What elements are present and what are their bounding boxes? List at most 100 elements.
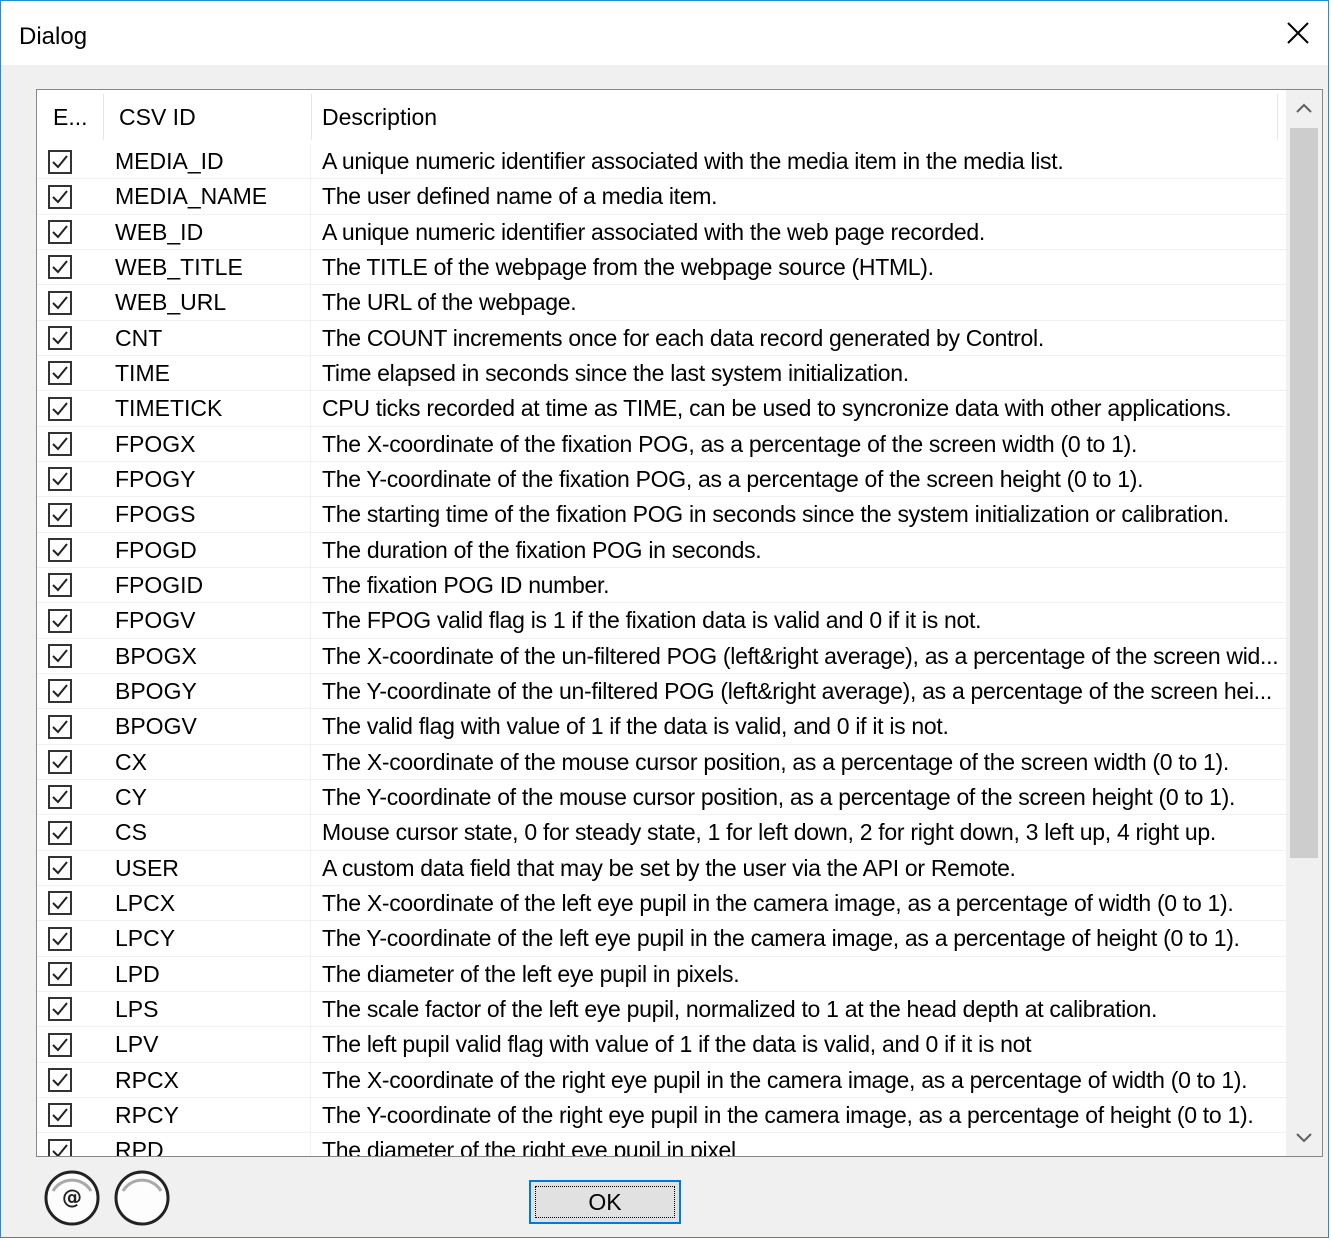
row-enabled-cell bbox=[37, 462, 103, 497]
row-enabled-cell bbox=[37, 1027, 103, 1062]
table-row[interactable]: BPOGV The valid flag with value of 1 if t… bbox=[37, 709, 1287, 745]
row-enabled-cell bbox=[37, 356, 103, 391]
enabled-checkbox[interactable] bbox=[48, 608, 72, 633]
table-row[interactable]: LPS The scale factor of the left eye pupi… bbox=[37, 991, 1287, 1028]
table-row[interactable]: MEDIA_ID A unique numeric identifier asso… bbox=[37, 144, 1287, 180]
scroll-down-button[interactable] bbox=[1286, 1120, 1322, 1156]
table-row[interactable]: RPCY The Y-coordinate of the right eye pu… bbox=[37, 1097, 1287, 1134]
description-cell: The valid flag with value of 1 if the da… bbox=[322, 713, 949, 740]
row-enabled-cell bbox=[37, 639, 103, 674]
table-row[interactable]: RPD The diameter of the right eye pupil i… bbox=[37, 1133, 1287, 1157]
table-row[interactable]: WEB_URL The URL of the webpage. bbox=[37, 285, 1287, 321]
row-enabled-cell bbox=[37, 568, 103, 603]
enabled-checkbox[interactable] bbox=[48, 290, 72, 315]
enabled-checkbox[interactable] bbox=[48, 997, 72, 1022]
table-row[interactable]: MEDIA_NAME The user defined name of a med… bbox=[37, 179, 1287, 215]
table-row[interactable]: FPOGV The FPOG valid flag is 1 if the fix… bbox=[37, 603, 1287, 639]
row-enabled-cell bbox=[37, 285, 103, 320]
table-row[interactable]: FPOGID The fixation POG ID number. bbox=[37, 567, 1287, 604]
enabled-checkbox[interactable] bbox=[48, 785, 72, 810]
enabled-checkbox[interactable] bbox=[48, 1032, 72, 1057]
row-enabled-cell bbox=[37, 886, 103, 921]
column-header-enabled[interactable]: E... bbox=[37, 90, 103, 144]
enabled-checkbox[interactable] bbox=[48, 538, 72, 563]
circle-icon bbox=[114, 1170, 170, 1226]
enabled-checkbox[interactable] bbox=[48, 820, 72, 845]
enabled-checkbox[interactable] bbox=[48, 926, 72, 951]
list-header: E... CSV ID Description bbox=[37, 90, 1287, 144]
window-title: Dialog bbox=[19, 23, 88, 50]
row-enabled-cell bbox=[37, 321, 103, 356]
enabled-checkbox[interactable] bbox=[48, 326, 72, 351]
scroll-up-button[interactable] bbox=[1286, 90, 1322, 126]
close-button[interactable] bbox=[1268, 1, 1328, 65]
table-row[interactable]: LPV The left pupil valid flag with value … bbox=[37, 1027, 1287, 1063]
table-row[interactable]: TIME Time elapsed in seconds since the la… bbox=[37, 355, 1287, 392]
checkmark-icon bbox=[52, 331, 68, 345]
circle-button[interactable] bbox=[113, 1169, 170, 1226]
checkmark-icon bbox=[52, 684, 68, 698]
csv-fields-list[interactable]: E... CSV ID Description MEDIA_ID A unique… bbox=[36, 89, 1323, 1157]
enabled-checkbox[interactable] bbox=[48, 220, 72, 245]
enabled-checkbox[interactable] bbox=[48, 962, 72, 987]
enabled-checkbox[interactable] bbox=[48, 467, 72, 492]
table-row[interactable]: FPOGY The Y-coordinate of the fixation PO… bbox=[37, 461, 1287, 498]
table-row[interactable]: FPOGS The starting time of the fixation P… bbox=[37, 497, 1287, 533]
table-row[interactable]: CX The X-coordinate of the mouse cursor p… bbox=[37, 744, 1287, 780]
enabled-checkbox[interactable] bbox=[48, 184, 72, 209]
description-cell: The diameter of the right eye pupil in p… bbox=[322, 1137, 736, 1157]
scrollbar-thumb[interactable] bbox=[1290, 128, 1318, 858]
table-row[interactable]: CY The Y-coordinate of the mouse cursor p… bbox=[37, 779, 1287, 816]
enabled-checkbox[interactable] bbox=[48, 1103, 72, 1128]
checkmark-icon bbox=[52, 1108, 68, 1122]
enabled-checkbox[interactable] bbox=[48, 1068, 72, 1093]
dialog-window: Dialog E... CSV ID Description MEDIA_ID A… bbox=[0, 0, 1329, 1238]
enabled-checkbox[interactable] bbox=[48, 856, 72, 881]
table-row[interactable]: CS Mouse cursor state, 0 for steady state… bbox=[37, 815, 1287, 851]
table-row[interactable]: LPD The diameter of the left eye pupil in… bbox=[37, 956, 1287, 992]
description-cell: The Y-coordinate of the left eye pupil i… bbox=[322, 925, 1240, 952]
enabled-checkbox[interactable] bbox=[48, 361, 72, 386]
description-cell: The TITLE of the webpage from the webpag… bbox=[322, 253, 934, 280]
enabled-checkbox[interactable] bbox=[48, 1138, 72, 1156]
row-enabled-cell bbox=[37, 780, 103, 815]
enabled-checkbox[interactable] bbox=[48, 679, 72, 704]
csv-id-cell: LPCY bbox=[103, 921, 311, 957]
description-cell: The left pupil valid flag with value of … bbox=[322, 1031, 1032, 1058]
ok-button[interactable]: OK bbox=[529, 1180, 681, 1224]
checkmark-icon bbox=[52, 190, 68, 204]
table-row[interactable]: BPOGX The X-coordinate of the un-filtered… bbox=[37, 638, 1287, 674]
table-row[interactable]: TIMETICK CPU ticks recorded at time as TI… bbox=[37, 391, 1287, 427]
enabled-checkbox[interactable] bbox=[48, 891, 72, 916]
table-row[interactable]: CNT The COUNT increments once for each da… bbox=[37, 320, 1287, 356]
table-row[interactable]: USER A custom data field that may be set … bbox=[37, 850, 1287, 886]
vertical-scrollbar[interactable] bbox=[1286, 90, 1322, 1156]
enabled-checkbox[interactable] bbox=[48, 644, 72, 669]
at-sign-button[interactable]: @ bbox=[43, 1169, 100, 1226]
table-row[interactable]: BPOGY The Y-coordinate of the un-filtered… bbox=[37, 673, 1287, 710]
table-row[interactable]: WEB_TITLE The TITLE of the webpage from t… bbox=[37, 249, 1287, 286]
csv-id-cell: RPD bbox=[103, 1133, 311, 1156]
column-header-csv-id[interactable]: CSV ID bbox=[103, 90, 311, 144]
csv-id-cell: WEB_ID bbox=[103, 214, 311, 250]
table-row[interactable]: WEB_ID A unique numeric identifier associ… bbox=[37, 214, 1287, 250]
enabled-checkbox[interactable] bbox=[48, 750, 72, 775]
table-row[interactable]: LPCX The X-coordinate of the left eye pup… bbox=[37, 885, 1287, 922]
enabled-checkbox[interactable] bbox=[48, 149, 72, 174]
table-row[interactable]: FPOGX The X-coordinate of the fixation PO… bbox=[37, 426, 1287, 462]
table-row[interactable]: FPOGD The duration of the fixation POG in… bbox=[37, 532, 1287, 568]
checkmark-icon bbox=[52, 720, 68, 734]
column-header-description[interactable]: Description bbox=[311, 90, 1287, 144]
table-row[interactable]: LPCY The Y-coordinate of the left eye pup… bbox=[37, 921, 1287, 957]
enabled-checkbox[interactable] bbox=[48, 573, 72, 598]
table-row[interactable]: RPCX The X-coordinate of the right eye pu… bbox=[37, 1062, 1287, 1098]
row-enabled-cell bbox=[37, 391, 103, 426]
enabled-checkbox[interactable] bbox=[48, 255, 72, 280]
row-enabled-cell bbox=[37, 815, 103, 850]
enabled-checkbox[interactable] bbox=[48, 432, 72, 457]
checkmark-icon bbox=[52, 437, 68, 451]
enabled-checkbox[interactable] bbox=[48, 502, 72, 527]
enabled-checkbox[interactable] bbox=[48, 396, 72, 421]
csv-id-cell: WEB_URL bbox=[103, 285, 311, 321]
enabled-checkbox[interactable] bbox=[48, 714, 72, 739]
